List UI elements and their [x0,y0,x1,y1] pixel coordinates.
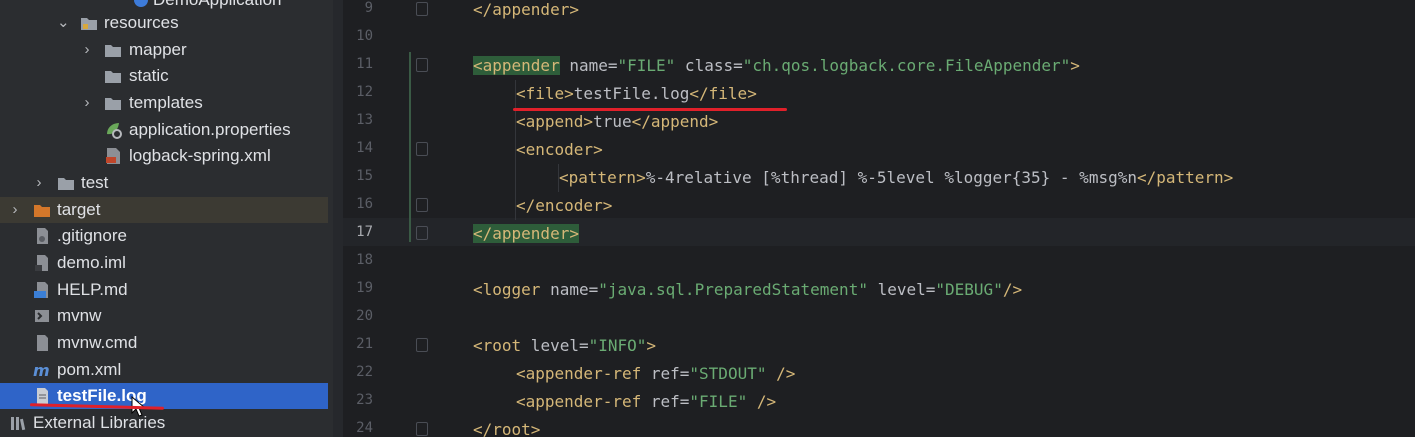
tree-item-label: mvnw.cmd [57,333,138,352]
line-number: 11 [356,56,373,72]
tree-item-label: .gitignore [57,226,127,245]
shell-script-icon [33,307,51,325]
code-line[interactable]: <logger name="java.sql.PreparedStatement… [473,280,1022,299]
line-number: 14 [356,140,373,156]
tree-item-label: resources [104,13,179,32]
tree-item-test[interactable]: › test [0,170,328,196]
tree-item-static[interactable]: static [0,63,328,89]
line-number: 22 [356,364,373,380]
tree-item-label: mvnw [57,306,102,325]
project-tree: DemoApplication ⌄ resources › mapper sta… [0,0,333,437]
libraries-icon [9,414,27,432]
tree-item-external-libraries[interactable]: External Libraries [0,410,328,436]
tree-item-label: application.properties [129,120,291,139]
markdown-file-icon [33,281,51,299]
file-icon [33,334,51,352]
tree-item-label: templates [129,93,203,112]
tree-item-mapper[interactable]: › mapper [0,37,328,63]
matched-tag-highlight: </appender> [473,224,579,243]
tree-item-label: demo.iml [57,253,126,272]
fold-marker-icon[interactable] [416,226,428,240]
tree-item-label: test [81,173,109,192]
chevron-right-icon[interactable]: › [9,202,21,217]
chevron-right-icon[interactable]: › [81,95,93,110]
tree-item-mvnw-cmd[interactable]: mvnw.cmd [0,330,328,356]
line-number: 23 [356,392,373,408]
line-number: 12 [356,84,373,100]
line-number: 15 [356,168,373,184]
tree-item-demo-iml[interactable]: demo.iml [0,250,328,276]
fold-marker-icon[interactable] [416,338,428,352]
line-number: 9 [364,0,373,16]
tree-item-label: target [57,200,101,219]
fold-marker-icon[interactable] [416,422,428,436]
tree-item-templates[interactable]: › templates [0,90,328,116]
excluded-folder-icon [33,201,51,219]
xml-file-icon [104,147,122,165]
fold-marker-icon[interactable] [416,58,428,72]
gitignore-file-icon [33,227,51,245]
line-number: 21 [356,336,373,352]
line-number: 17 [356,224,373,240]
tree-item-label: static [129,66,169,85]
line-number: 24 [356,420,373,436]
folder-icon [57,174,75,192]
tree-item-application-properties[interactable]: application.properties [0,117,328,143]
folder-icon [104,94,122,112]
tree-item-target[interactable]: › target [0,197,328,223]
line-number: 19 [356,280,373,296]
resources-folder-icon [80,14,98,32]
tree-item-help-md[interactable]: HELP.md [0,277,328,303]
tree-item-label: DemoApplication [153,0,282,10]
tree-item-resources[interactable]: ⌄ resources [0,10,328,36]
class-icon [132,0,150,9]
folder-icon [104,67,122,85]
line-number: 10 [356,28,373,44]
code-editor[interactable]: 9 </appender> 10 11 <appender name="FILE… [343,0,1415,437]
code-line[interactable]: <appender-ref ref="FILE" /> [516,392,776,411]
code-line[interactable]: <append>true</append> [516,112,718,131]
line-number: 13 [356,112,373,128]
chevron-right-icon[interactable]: › [81,42,93,57]
panel-splitter[interactable] [333,0,343,437]
line-number: 16 [356,196,373,212]
tree-item-logback-spring-xml[interactable]: logback-spring.xml [0,143,328,169]
code-line[interactable]: </appender> [473,0,579,19]
code-line[interactable]: </appender> [473,224,579,243]
code-line[interactable]: </root> [473,420,540,437]
code-line[interactable]: <pattern>%-4relative [%thread] %-5level … [559,168,1233,187]
tree-item-label: HELP.md [57,280,128,299]
iml-file-icon [33,254,51,272]
code-line[interactable]: </encoder> [516,196,612,215]
code-line[interactable]: <appender-ref ref="STDOUT" /> [516,364,795,383]
tree-item-label: mapper [129,40,187,59]
annotation-underline [513,108,787,111]
chevron-down-icon[interactable]: ⌄ [57,15,70,30]
tree-item-gitignore[interactable]: .gitignore [0,223,328,249]
tree-item-pom-xml[interactable]: m pom.xml [0,357,328,383]
line-number: 18 [356,252,373,268]
tree-item-label: pom.xml [57,360,122,379]
folder-icon [104,41,122,59]
chevron-right-icon[interactable]: › [33,175,45,190]
maven-icon: m [33,361,51,379]
code-line[interactable]: <file>testFile.log</file> [516,84,757,103]
fold-marker-icon[interactable] [416,2,428,16]
tree-item-mvnw[interactable]: mvnw [0,303,328,329]
properties-file-icon [104,121,122,139]
vcs-change-marker [409,52,411,242]
line-number: 20 [356,308,373,324]
svg-text:m: m [33,361,50,379]
mouse-cursor-icon [131,395,147,423]
code-line[interactable]: <encoder> [516,140,603,159]
log-file-icon [33,387,51,405]
fold-marker-icon[interactable] [416,198,428,212]
fold-marker-icon[interactable] [416,142,428,156]
code-line[interactable]: <appender name="FILE" class="ch.qos.logb… [473,56,1080,75]
code-line[interactable]: <root level="INFO"> [473,336,656,355]
tree-item-label: logback-spring.xml [129,146,271,165]
